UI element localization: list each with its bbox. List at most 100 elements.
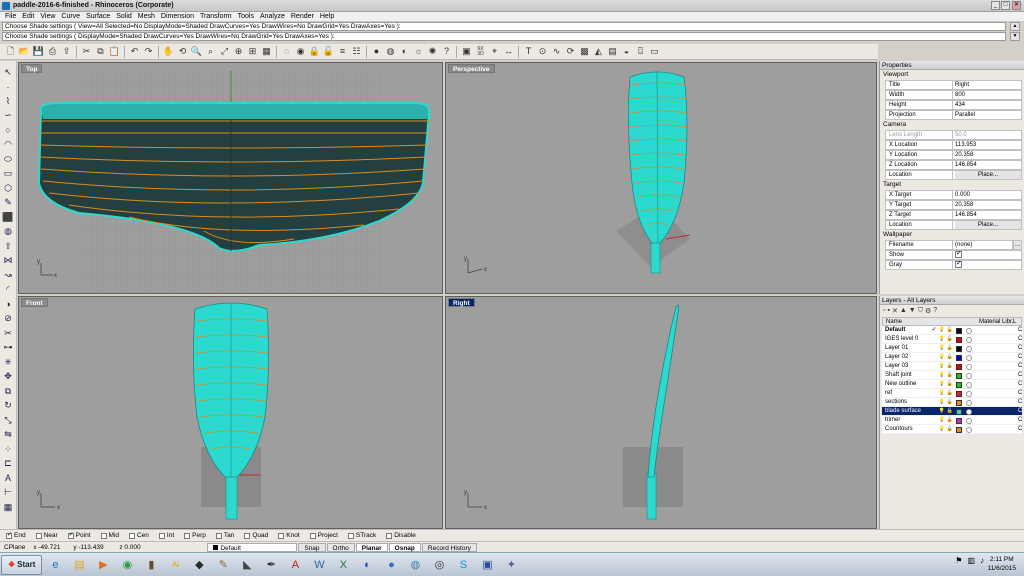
layout-icon[interactable]: ▭ (648, 45, 661, 58)
menu-help[interactable]: Help (317, 12, 337, 21)
zoom-extents-icon[interactable]: ⤢ (218, 45, 231, 58)
menu-solid[interactable]: Solid (113, 12, 135, 21)
gimp-icon[interactable]: ✎ (212, 555, 234, 575)
open-icon[interactable]: 📂 (18, 45, 31, 58)
col-linetype[interactable]: L (1013, 318, 1021, 325)
layer-color-swatch[interactable] (956, 327, 962, 334)
osnap-checkbox[interactable] (386, 532, 393, 539)
lock-icon[interactable]: 🔒 (308, 45, 321, 58)
grid-options-icon[interactable]: ▦ (260, 45, 273, 58)
layer-visible-icon[interactable]: 💡 (938, 326, 946, 334)
layer-lock-icon[interactable]: 🔓 (946, 326, 954, 334)
history-scroll-up-icon[interactable]: ▲ (1010, 22, 1020, 31)
layer-linetype[interactable]: Co (1014, 362, 1022, 370)
point-icon[interactable]: · (1, 80, 15, 95)
text-tool-icon[interactable]: A (1, 471, 15, 486)
inkscape-icon[interactable]: ✒ (260, 555, 282, 575)
move-icon[interactable]: ✥ (1, 370, 15, 385)
layer-visible-icon[interactable]: 💡 (938, 407, 946, 415)
menu-mesh[interactable]: Mesh (135, 12, 158, 21)
current-layer-check[interactable] (930, 389, 938, 397)
viewport-right[interactable]: y x Right (445, 296, 877, 529)
osnap-icon[interactable]: ⊙ (536, 45, 549, 58)
skype-icon[interactable]: S (452, 555, 474, 575)
offset-icon[interactable]: ⊏ (1, 457, 15, 472)
prop-value[interactable]: 0.000 (952, 190, 1022, 200)
word-icon[interactable]: W (308, 555, 330, 575)
layer-lock-icon[interactable]: 🔓 (946, 335, 954, 343)
layer-color-swatch[interactable] (956, 408, 962, 415)
layer-row[interactable]: New outline 💡🔓 Co (882, 380, 1022, 389)
show-icon[interactable]: ◉ (294, 45, 307, 58)
prop-value[interactable]: Right (952, 80, 1022, 90)
environment-icon[interactable]: ◒ (620, 45, 633, 58)
menu-render[interactable]: Render (288, 12, 317, 21)
current-layer-check[interactable] (930, 380, 938, 388)
menu-surface[interactable]: Surface (83, 12, 113, 21)
layer-row[interactable]: Layer 03 💡🔓 Co (882, 362, 1022, 371)
acrobat-icon[interactable]: A (284, 555, 306, 575)
curve-icon[interactable]: ∽ (1, 109, 15, 124)
osnap-project[interactable]: Project (309, 532, 338, 539)
render-sphere-icon[interactable]: ● (370, 45, 383, 58)
layer-color-swatch[interactable] (956, 390, 962, 397)
layer-material-icon[interactable] (966, 408, 972, 415)
col-material[interactable]: Material Libr... (977, 318, 1013, 325)
current-layer-check[interactable] (930, 425, 938, 433)
layer-visible-icon[interactable]: 💡 (938, 380, 946, 388)
polygon-icon[interactable]: ⬡ (1, 181, 15, 196)
menu-transform[interactable]: Transform (197, 12, 235, 21)
layer-linetype[interactable]: Co (1014, 425, 1022, 433)
layer-color-swatch[interactable] (956, 363, 962, 370)
menu-tools[interactable]: Tools (235, 12, 257, 21)
osnap-checkbox[interactable] (347, 532, 354, 539)
steam-icon[interactable]: ◎ (428, 555, 450, 575)
place-button[interactable]: Place... (952, 220, 1022, 230)
loft-icon[interactable]: ⋈ (1, 254, 15, 269)
layer-color-swatch[interactable] (956, 372, 962, 379)
join-icon[interactable]: ⊶ (1, 341, 15, 356)
layer-color-swatch[interactable] (956, 426, 962, 433)
arc-icon[interactable]: ◠ (1, 138, 15, 153)
osnap-disable[interactable]: Disable (386, 532, 416, 539)
rectangle-icon[interactable]: ▭ (1, 167, 15, 182)
properties-icon[interactable]: ☷ (350, 45, 363, 58)
osnap-perp[interactable]: Perp (184, 532, 206, 539)
filter-icon[interactable]: ⛉ (918, 307, 923, 315)
layer-material-icon[interactable] (966, 372, 972, 379)
select-arrow-icon[interactable]: ↖ (1, 65, 15, 80)
pan-icon[interactable]: ✋ (162, 45, 175, 58)
move-down-icon[interactable]: ▼ (909, 307, 916, 314)
toggle-snap[interactable]: Snap (298, 542, 326, 552)
osnap-checkbox[interactable] (6, 532, 12, 539)
new-sublayer-icon[interactable]: ▪ (887, 307, 889, 314)
zoom-dynamic-icon[interactable]: 🔍 (190, 45, 203, 58)
hide-icon[interactable]: ◌ (280, 45, 293, 58)
layer-visible-icon[interactable]: 💡 (938, 371, 946, 379)
save-icon[interactable]: 💾 (32, 45, 45, 58)
rhino-app-icon[interactable] (2, 2, 10, 10)
layer-linetype[interactable]: Co (1014, 371, 1022, 379)
zoom-selected-icon[interactable]: ⊕ (232, 45, 245, 58)
menu-file[interactable]: File (2, 12, 19, 21)
camera-icon[interactable]: ⌼ (634, 45, 647, 58)
layer-visible-icon[interactable]: 💡 (938, 389, 946, 397)
current-layer-check[interactable] (930, 344, 938, 352)
light-icon[interactable]: ☼ (412, 45, 425, 58)
sphere-icon[interactable]: ◍ (1, 225, 15, 240)
layer-visible-icon[interactable]: 💡 (938, 362, 946, 370)
rotate-view-icon[interactable]: ⟲ (176, 45, 189, 58)
layer-material-icon[interactable] (966, 390, 972, 397)
flag-icon[interactable]: ⚑ (955, 556, 962, 565)
layer-lock-icon[interactable]: 🔓 (946, 344, 954, 352)
prop-value[interactable]: 800 (952, 90, 1022, 100)
layer-visible-icon[interactable]: 💡 (938, 398, 946, 406)
current-layer-check[interactable] (930, 371, 938, 379)
osnap-checkbox[interactable] (35, 532, 42, 539)
layer-visible-icon[interactable]: 💡 (938, 425, 946, 433)
virtualbox-icon[interactable]: ▣ (476, 555, 498, 575)
current-layer-check[interactable] (930, 398, 938, 406)
layer-icon[interactable]: ≡ (336, 45, 349, 58)
osnap-checkbox[interactable] (309, 532, 316, 539)
layer-row[interactable]: sections 💡🔓 Co (882, 398, 1022, 407)
